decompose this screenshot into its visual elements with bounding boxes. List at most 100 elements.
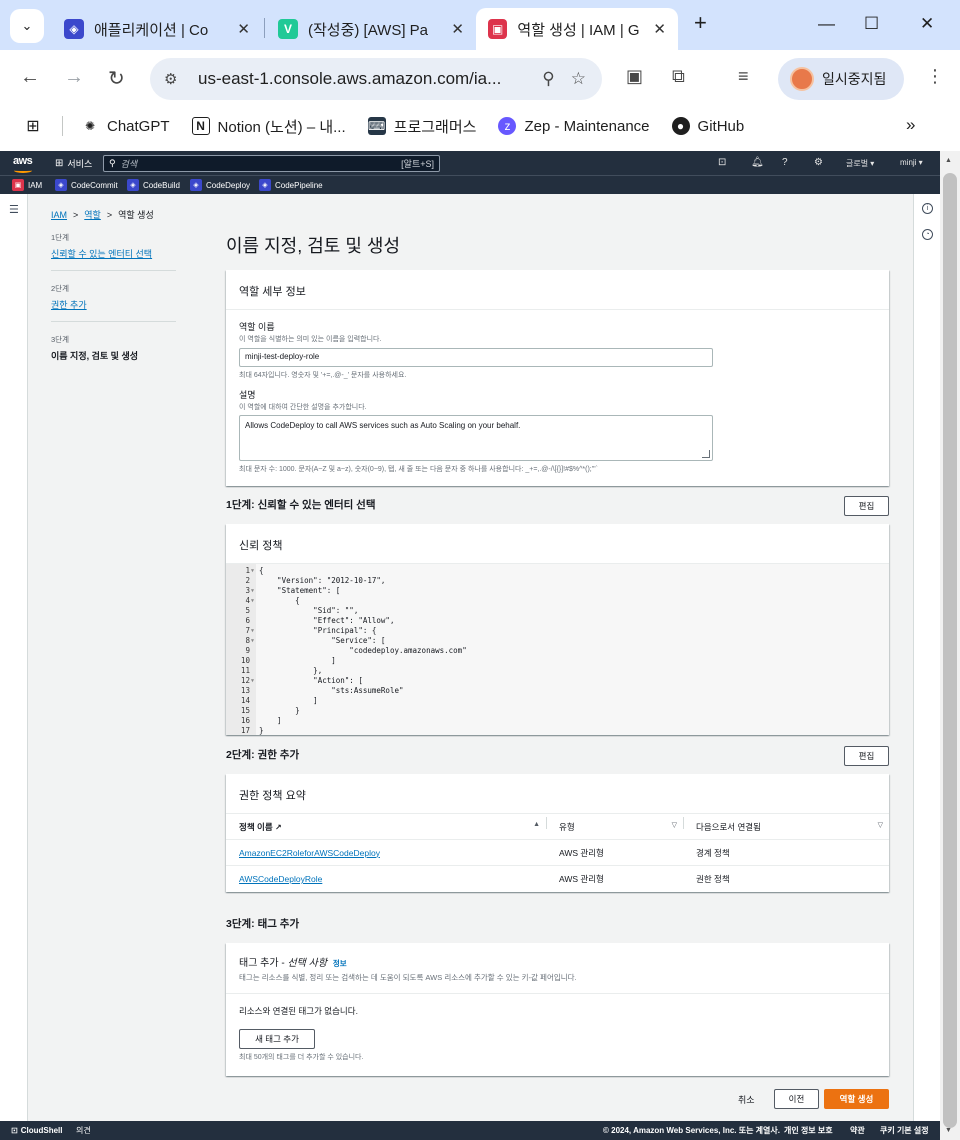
account-menu[interactable]: minji ▾ [900,158,923,167]
favorite-codedeploy[interactable]: ◈ CodeDeploy [190,179,250,191]
accessibility-icon[interactable]: ◔ [922,229,933,240]
scroll-down-icon[interactable]: ▼ [945,1127,952,1134]
back-arrow-icon[interactable]: ← [20,66,40,89]
column-attached-as[interactable]: 다음으로서 연결됨 ▽ [683,816,889,833]
step-link-trusted-entity[interactable]: 신뢰할 수 있는 엔터티 선택 [51,247,176,260]
fold-toggle-icon[interactable]: ▼ [251,586,254,596]
code-text: } [259,706,300,715]
policy-name-link[interactable]: AmazonEC2RoleforAWSCodeDeploy [239,848,380,858]
services-menu[interactable]: ⊞ 서비스 [55,157,92,170]
role-details-panel: 역할 세부 정보 역할 이름 이 역할을 식별하는 의미 있는 이름을 입력합니… [226,270,889,486]
close-icon[interactable]: ✕ [653,20,666,38]
profile-paused-button[interactable]: 일시중지됨 [778,58,904,100]
scroll-up-icon[interactable]: ▲ [945,157,952,164]
page-title: 이름 지정, 검토 및 생성 [226,236,401,256]
address-bar[interactable]: ⚙ us-east-1.console.aws.amazon.com/ia...… [150,58,602,100]
fold-toggle-icon[interactable]: ▼ [251,676,254,686]
tags-panel-header: 태그 추가 - 선택 사항 정보 태그는 리소스를 식별, 정리 또는 검색하는… [226,943,889,994]
external-link-icon: ↗ [275,822,282,832]
sort-icon[interactable]: ▽ [878,821,883,829]
gear-icon[interactable]: ⚙ [814,157,823,168]
left-rail: ☰ [0,194,28,1121]
breadcrumb-separator: > [73,209,79,220]
cookie-preferences-link[interactable]: 쿠키 기본 설정 [880,1125,929,1136]
bookmark-notion[interactable]: N Notion (노션) – 내... [191,116,346,137]
step2-edit-button[interactable]: 편집 [844,746,889,766]
hamburger-menu-icon[interactable]: ☰ [9,203,19,216]
fold-toggle-icon[interactable]: ▼ [251,626,254,636]
role-name-input[interactable]: minji-test-deploy-role [239,348,713,367]
sort-ascending-icon[interactable]: ▲ [533,821,540,828]
zoom-search-icon[interactable]: ⚲ [542,69,554,89]
trust-policy-code-editor[interactable]: 1 ▼{2 "Version": "2012-10-17", 3 ▼ "Stateme… [226,564,889,735]
tab-search-button[interactable]: ⌄ [10,9,44,43]
favorite-codebuild[interactable]: ◈ CodeBuild [127,179,180,191]
column-policy-name[interactable]: 정책 이름 ↗ ▲ [226,821,546,833]
info-link[interactable]: 정보 [333,959,347,968]
bookmark-star-icon[interactable]: ☆ [571,69,586,89]
fold-toggle-icon[interactable]: ▼ [251,566,254,576]
terms-link[interactable]: 약관 [850,1125,865,1136]
feedback-link[interactable]: 의견 [76,1125,91,1136]
page-scrollbar[interactable]: ▲ ▼ [940,151,960,1140]
maximize-icon[interactable]: ☐ [864,14,879,34]
favorite-iam[interactable]: ▣ IAM [12,179,42,191]
close-icon[interactable]: ✕ [237,20,250,38]
apps-grid-icon[interactable]: ⊞ [24,117,42,135]
aws-top-nav: aws ⊞ 서비스 ⚲ 검색 [알트+S] ⊡ 🔔︎ ? ⚙ 글로벌 ▾ min… [0,151,940,175]
panel-description: 태그는 리소스를 식별, 정리 또는 검색하는 데 도움이 되도록 AWS 리소… [239,973,577,982]
bookmark-chatgpt[interactable]: ✺ ChatGPT [81,117,170,135]
browser-tab-applications[interactable]: ◈ 애플리케이션 | Co ✕ [52,8,262,50]
sort-icon[interactable]: ▽ [672,821,677,829]
breadcrumb-roles[interactable]: 역할 [84,208,101,221]
bookmark-programmers[interactable]: ⌨ 프로그래머스 [367,116,476,137]
new-tab-button[interactable]: + [694,10,707,36]
aws-logo[interactable]: aws [13,155,33,173]
bookmark-zep[interactable]: z Zep - Maintenance [498,117,650,135]
favorite-codepipeline[interactable]: ◈ CodePipeline [259,179,323,191]
reload-icon[interactable]: ↻ [108,66,125,91]
scrollbar-thumb[interactable] [943,173,957,1128]
cloudshell-footer-button[interactable]: ⊡ CloudShell [11,1126,62,1135]
column-type[interactable]: 유형 ▽ [546,816,683,833]
browser-tab-velog[interactable]: V (작성중) [AWS] Pa ✕ [266,8,476,50]
info-icon[interactable]: i [922,203,933,214]
minimize-icon[interactable]: — [818,14,835,34]
fold-toggle-icon[interactable]: ▼ [251,636,254,646]
line-number: 17 [240,726,250,735]
breadcrumb-iam[interactable]: IAM [51,210,67,220]
site-settings-icon[interactable]: ⚙ [164,70,186,88]
window-close-icon[interactable]: ✕ [920,14,934,34]
policy-name-link[interactable]: AWSCodeDeployRole [239,874,322,884]
close-icon[interactable]: ✕ [451,20,464,38]
favorite-codecommit[interactable]: ◈ CodeCommit [55,179,118,191]
url-text[interactable]: us-east-1.console.aws.amazon.com/ia... [198,69,542,89]
forward-arrow-icon[interactable]: → [64,66,84,89]
extension-app-icon[interactable]: ▣ [626,66,643,87]
region-selector[interactable]: 글로벌 ▾ [846,158,874,169]
browser-tab-iam-active[interactable]: ▣ 역할 생성 | IAM | G ✕ [476,8,678,50]
help-icon[interactable]: ? [782,157,788,168]
privacy-link[interactable]: 개인 정보 보호 [784,1125,833,1136]
add-tag-button[interactable]: 새 태그 추가 [239,1029,315,1049]
extensions-puzzle-icon[interactable]: ⧉ [672,66,685,87]
aws-search-input[interactable]: ⚲ 검색 [알트+S] [103,155,440,172]
bell-icon[interactable]: 🔔︎ [751,157,764,168]
cloudshell-icon[interactable]: ⊡ [718,157,726,168]
create-role-button[interactable]: 역할 생성 [824,1089,889,1109]
step-link-permissions[interactable]: 권한 추가 [51,298,176,311]
chatgpt-icon: ✺ [84,119,96,133]
previous-button[interactable]: 이전 [774,1089,819,1109]
description-textarea[interactable]: Allows CodeDeploy to call AWS services s… [239,415,713,461]
description-description: 이 역할에 대하여 간단한 설명을 추가합니다. [239,404,367,411]
code-text: "Principal": { [259,626,377,635]
step1-edit-button[interactable]: 편집 [844,496,889,516]
bookmark-github[interactable]: ● GitHub [671,117,744,135]
panel-heading: 권한 정책 요약 [226,774,889,814]
cancel-button[interactable]: 취소 [738,1093,755,1106]
bookmarks-overflow-icon[interactable]: » [906,115,915,135]
kebab-menu-icon[interactable]: ⋮ [926,66,944,87]
fold-toggle-icon[interactable]: ▼ [251,596,254,606]
media-playlist-icon[interactable]: ≡ [738,66,749,87]
programmers-icon: ⌨ [367,117,386,135]
